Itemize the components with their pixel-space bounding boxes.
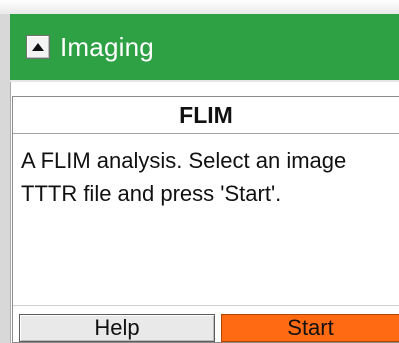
imaging-window: Imaging FLIM A FLIM analysis. Select an … xyxy=(0,0,399,343)
start-button[interactable]: Start xyxy=(221,314,399,342)
panel-description: A FLIM analysis. Select an image TTTR fi… xyxy=(21,148,347,206)
panel-title: FLIM xyxy=(13,97,399,134)
imaging-section-header[interactable]: Imaging xyxy=(10,14,399,82)
help-button[interactable]: Help xyxy=(19,314,215,342)
button-row: Help Start xyxy=(13,305,399,342)
section-title: Imaging xyxy=(60,31,154,62)
flim-panel: FLIM A FLIM analysis. Select an image TT… xyxy=(12,96,399,343)
triangle-up-icon xyxy=(32,43,44,51)
top-border xyxy=(0,0,399,15)
collapse-button[interactable] xyxy=(26,35,50,59)
